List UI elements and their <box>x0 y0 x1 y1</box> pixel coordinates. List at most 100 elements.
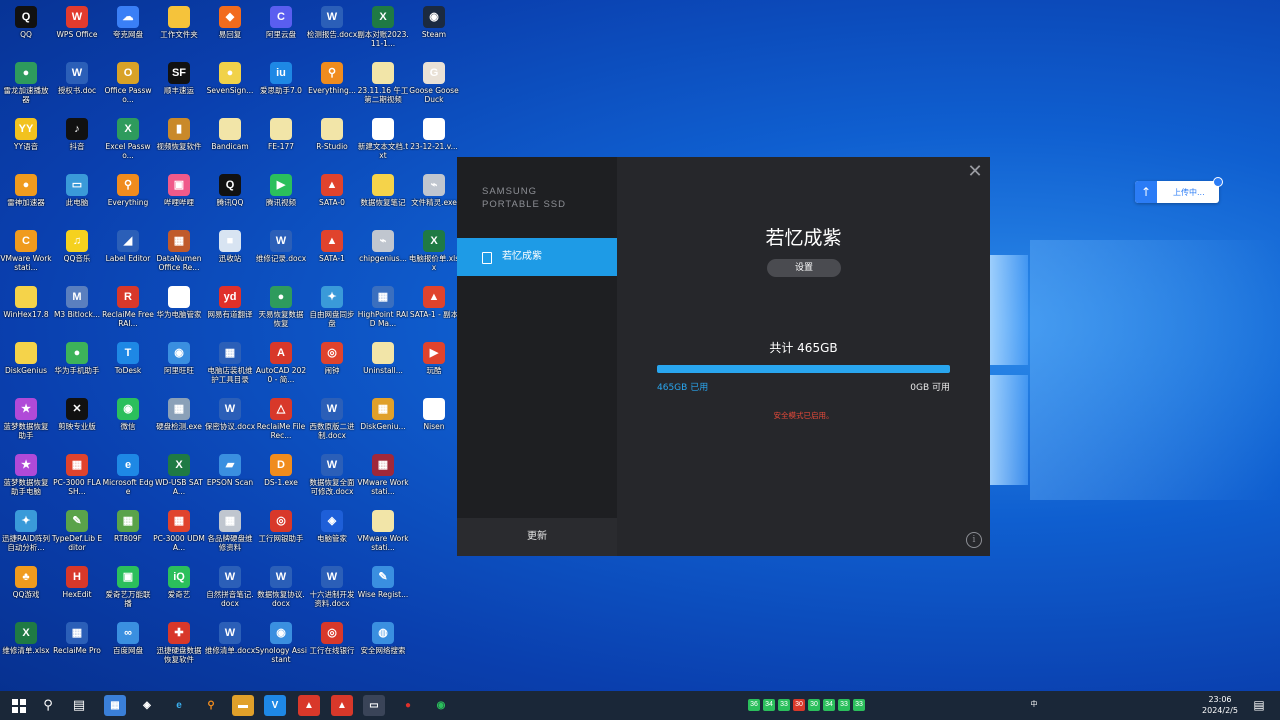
tray-icon[interactable]: 36 <box>748 699 760 711</box>
desktop-icon[interactable]: ◎ 工行网银助手 <box>255 508 307 562</box>
desktop-icon[interactable]: M 华为电脑管家 <box>153 284 205 338</box>
desktop-icon[interactable]: ● 雷神加速器 <box>0 172 52 226</box>
wechat-icon[interactable]: ◉ <box>430 695 452 716</box>
folder-icon[interactable]: ▬ <box>232 695 254 716</box>
search-icon[interactable]: ⚲ <box>37 695 59 716</box>
desktop-icon[interactable]: ▶ 玩酷 <box>408 340 460 394</box>
desktop-icon[interactable]: ☁ 夸克网盘 <box>102 4 154 58</box>
notification-icon[interactable]: ▤ <box>1252 698 1266 712</box>
desktop-icon[interactable]: ▰ EPSON Scan <box>204 452 256 506</box>
desktop-icon[interactable]: VMware Workstati... <box>357 508 409 562</box>
desktop-icon[interactable]: ● SevenSign... <box>204 60 256 114</box>
desktop-icon[interactable]: DiskGenius <box>0 340 52 394</box>
desktop-icon[interactable]: ● 天易恢复数据恢复 <box>255 284 307 338</box>
desktop-icon[interactable]: ▦ PC-3000 FLASH... <box>51 452 103 506</box>
desktop-icon[interactable]: Q 腾讯QQ <box>204 172 256 226</box>
desktop-icon[interactable]: A AutoCAD 2020 - 简... <box>255 340 307 394</box>
tray-icon[interactable]: 中 <box>1028 699 1040 711</box>
desktop-icon[interactable]: C 阿里云盘 <box>255 4 307 58</box>
desktop-icon[interactable]: C VMware Workstati... <box>0 228 52 282</box>
desktop-icon[interactable]: ✎ Wise Regist... <box>357 564 409 618</box>
desktop-icon[interactable]: ▲ SATA-0 <box>306 172 358 226</box>
ssd-app-icon[interactable]: ▭ <box>363 695 385 716</box>
recorder-icon[interactable]: ● <box>397 695 419 716</box>
file-manager-icon[interactable]: ▦ <box>104 695 126 716</box>
desktop-icon[interactable]: W WPS Office <box>51 4 103 58</box>
desktop-icon[interactable]: ▮ 视频恢复软件 <box>153 116 205 170</box>
desktop-icon[interactable]: X 副本对账2023.11-1... <box>357 4 409 58</box>
desktop-icon[interactable]: Nisen <box>408 396 460 450</box>
desktop-icon[interactable]: Bandicam <box>204 116 256 170</box>
desktop-icon[interactable]: ▦ 硬盘检测.exe <box>153 396 205 450</box>
desktop-icon[interactable]: yd 网易有道翻译 <box>204 284 256 338</box>
desktop-icon[interactable]: ▲ SATA-1 <box>306 228 358 282</box>
desktop-icon[interactable]: ◉ 阿里旺旺 <box>153 340 205 394</box>
desktop-icon[interactable]: ♪ 抖音 <box>51 116 103 170</box>
desktop-icon[interactable]: ⚲ Everything... <box>306 60 358 114</box>
desktop-icon[interactable]: ⌁ 文件精灵.exe <box>408 172 460 226</box>
desktop-icon[interactable]: R-Studio <box>306 116 358 170</box>
desktop-icon[interactable]: ▦ 各品牌硬盘维修资料 <box>204 508 256 562</box>
desktop-icon[interactable]: 工作文件夹 <box>153 4 205 58</box>
desktop-icon[interactable]: 23.11.16 午工第二期视频 <box>357 60 409 114</box>
app-icon[interactable]: ◈ <box>136 695 158 716</box>
tray-icon[interactable]: 34 <box>763 699 775 711</box>
desktop-icon[interactable]: W 自然拼音笔记.docx <box>204 564 256 618</box>
settings-button[interactable]: 设置 <box>767 259 841 277</box>
desktop-icon[interactable]: ▦ VMware Workstati... <box>357 452 409 506</box>
desktop-icon[interactable]: W 授权书.doc <box>51 60 103 114</box>
desktop-icon[interactable]: ✚ 迅捷硬盘数据恢复软件 <box>153 620 205 674</box>
app-red-icon-2[interactable]: ▲ <box>331 695 353 716</box>
upload-progress-widget[interactable]: ↑ 上传中... <box>1135 177 1223 203</box>
desktop-icon[interactable]: ▦ PC-3000 UDMA... <box>153 508 205 562</box>
desktop-icon[interactable]: ▦ DataNumen Office Re... <box>153 228 205 282</box>
tray-icon[interactable]: 30 <box>793 699 805 711</box>
tray-icon[interactable]: 33 <box>853 699 865 711</box>
edge-icon[interactable]: e <box>168 695 190 716</box>
desktop-icon[interactable]: ◉ Steam <box>408 4 460 58</box>
desktop-icon[interactable]: ★ 蓝梦数据恢复助手电脑 <box>0 452 52 506</box>
desktop-icon[interactable]: ♣ QQ游戏 <box>0 564 52 618</box>
desktop-icon[interactable]: W 检测报告.docx <box>306 4 358 58</box>
vmware-icon[interactable]: V <box>264 695 286 716</box>
desktop-icon[interactable]: ◎ 闹钟 <box>306 340 358 394</box>
desktop-icon[interactable]: W 数据恢复协议.docx <box>255 564 307 618</box>
tray-icon[interactable]: 34 <box>823 699 835 711</box>
desktop-icon[interactable]: ▭ 此电脑 <box>51 172 103 226</box>
desktop-icon[interactable]: ▦ DiskGeniu... <box>357 396 409 450</box>
desktop-icon[interactable]: ▶ 腾讯视频 <box>255 172 307 226</box>
everything-icon[interactable]: ⚲ <box>200 695 222 716</box>
desktop-icon[interactable]: ▲ SATA-1 - 副本 <box>408 284 460 338</box>
sidebar-drive-item[interactable]: 若忆成紫 <box>457 238 617 276</box>
desktop-icon[interactable]: W 十六进制开发资料.docx <box>306 564 358 618</box>
desktop-icon[interactable]: M M3 Bitlock... <box>51 284 103 338</box>
desktop-icon[interactable]: ♫ QQ音乐 <box>51 228 103 282</box>
desktop-icon[interactable]: iu 爱思助手7.0 <box>255 60 307 114</box>
desktop-icon[interactable]: WinHex17.8 <box>0 284 52 338</box>
close-icon[interactable]: ✕ <box>966 163 984 181</box>
desktop-icon[interactable]: iQ 爱奇艺 <box>153 564 205 618</box>
desktop-icon[interactable]: ▣ 爱奇艺万能联播 <box>102 564 154 618</box>
task-view-icon[interactable]: ▤ <box>68 695 90 716</box>
desktop-icon[interactable]: ◆ 易回复 <box>204 4 256 58</box>
desktop-icon[interactable]: ✎ TypeDef.Lib Editor <box>51 508 103 562</box>
desktop-icon[interactable]: SF 顺丰速运 <box>153 60 205 114</box>
update-button[interactable]: 更新 <box>457 518 617 556</box>
desktop-icon[interactable]: YY YY语音 <box>0 116 52 170</box>
desktop-icon[interactable]: FE-177 <box>255 116 307 170</box>
desktop-icon[interactable]: X 维修清单.xlsx <box>0 620 52 674</box>
desktop-icon[interactable]: G Goose Goose Duck <box>408 60 460 114</box>
desktop-icon[interactable]: W 数据恢复全面可修改.docx <box>306 452 358 506</box>
desktop-icon[interactable]: ◉ Synology Assistant <box>255 620 307 674</box>
desktop-icon[interactable]: X 电脑报价单.xlsx <box>408 228 460 282</box>
desktop-icon[interactable]: ✦ 迅捷RAID阵列自动分析... <box>0 508 52 562</box>
desktop-icon[interactable]: X Excel Passwo... <box>102 116 154 170</box>
desktop-icon[interactable]: ▦ 电脑店装机维护工具目录 <box>204 340 256 394</box>
start-button[interactable] <box>8 695 30 716</box>
desktop-icon[interactable]: ▦ ReclaiMe Pro <box>51 620 103 674</box>
desktop-icon[interactable]: 23-12-21.v... <box>408 116 460 170</box>
desktop-icon[interactable]: ● 雷龙加速播放器 <box>0 60 52 114</box>
info-icon[interactable]: i <box>966 532 982 548</box>
desktop-icon[interactable]: ▣ 哔哩哔哩 <box>153 172 205 226</box>
desktop-icon[interactable]: ◈ 电脑管家 <box>306 508 358 562</box>
